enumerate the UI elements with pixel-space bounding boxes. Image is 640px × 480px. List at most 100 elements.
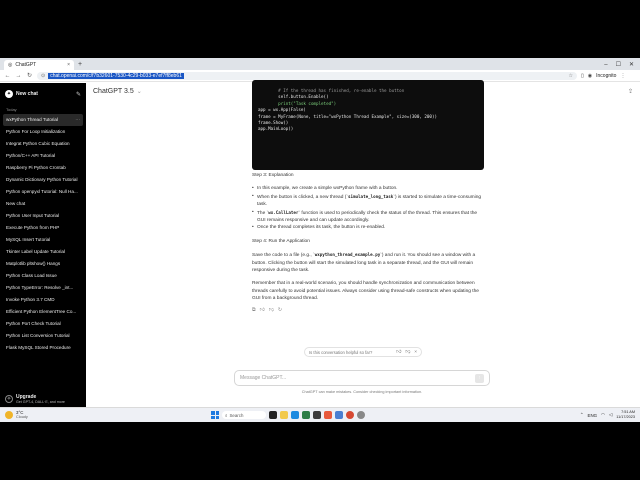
sidebar-item[interactable]: Python User Input Tutorial — [0, 210, 86, 222]
window-controls: – ☐ ✕ — [604, 60, 640, 70]
language-indicator[interactable]: ENG — [588, 413, 598, 418]
step3-heading: Step 3: Explanation — [252, 173, 294, 178]
sidebar-item-label: wxPython Thread Tutorial — [6, 117, 59, 122]
share-icon[interactable]: ⇪ — [628, 88, 633, 95]
browser-menu-icon[interactable]: ⋮ — [620, 73, 625, 79]
toolbar-right: ▯ ◉ Incognito ⋮ — [581, 73, 625, 79]
terminal-icon[interactable] — [313, 411, 321, 419]
wifi-icon[interactable]: ◠ — [601, 412, 605, 418]
inline-code: simulate_long_task — [347, 193, 394, 199]
bullet1-text: In this example, we create a simple wxPy… — [257, 186, 398, 192]
new-chat-button[interactable]: ✦ New chat ✎ — [0, 83, 86, 103]
url-text[interactable]: chat.openai.com/c/f7b32601-7530-4c29-b03… — [48, 72, 184, 79]
sidebar-item[interactable]: Flask MySQL Stored Procedure — [0, 342, 86, 354]
close-icon[interactable]: × — [414, 350, 417, 355]
sidebar-item[interactable]: Python List Conversion Tutorial — [0, 330, 86, 342]
taskbar-apps: ⌕ Search — [211, 411, 365, 419]
tab-strip: ◎ ChatGPT × + – ☐ ✕ — [0, 58, 640, 70]
side-panel-icon[interactable]: ▯ — [581, 73, 584, 79]
app-icon[interactable] — [357, 411, 365, 419]
code-line: app.MainLoop() — [258, 126, 294, 132]
chrome-icon[interactable] — [346, 411, 354, 419]
sidebar-item[interactable]: Matplotlib pltshow() Hangs — [0, 258, 86, 270]
inline-code: wxpython_thread_example.py — [314, 252, 381, 258]
openai-logo-icon: ✦ — [5, 90, 13, 98]
code-block: # If the thread has finished, re-enable … — [252, 80, 484, 170]
bullet2-text-a: When the button is clicked, a new thread… — [257, 194, 347, 200]
new-tab-button[interactable]: + — [78, 60, 82, 70]
model-name: ChatGPT 3.5 — [93, 87, 134, 95]
thumbs-down-icon[interactable]: 👎︎ — [405, 350, 410, 355]
screen: ◎ ChatGPT × + – ☐ ✕ ← → ↻ ⊙ chat.openai.… — [0, 58, 640, 422]
maximize-button[interactable]: ☐ — [616, 60, 621, 70]
cloud-sun-icon — [5, 411, 13, 419]
search-icon: ⌕ — [225, 412, 228, 418]
upgrade-button[interactable]: ✧ Upgrade Get GPT-4, DALL·E, and more — [5, 394, 81, 404]
profile-label[interactable]: Incognito — [596, 73, 616, 79]
task-view-icon[interactable] — [269, 411, 277, 419]
address-bar[interactable]: ⊙ chat.openai.com/c/f7b32601-7530-4c29-b… — [37, 71, 577, 80]
sidebar-item[interactable]: Invoke Python 3.7 CMD — [0, 294, 86, 306]
regenerate-icon[interactable]: ↻ — [278, 307, 282, 314]
sidebar-item[interactable]: wxPython Thread Tutorial ··· — [3, 114, 83, 126]
list-item: Once the thread completes its task, the … — [252, 224, 486, 232]
volume-icon[interactable]: ◁ — [609, 412, 612, 418]
close-window-button[interactable]: ✕ — [629, 60, 634, 70]
edge-icon[interactable] — [291, 411, 299, 419]
store-icon[interactable] — [302, 411, 310, 419]
site-info-icon[interactable]: ⊙ — [41, 73, 45, 79]
more-options-icon[interactable]: ··· — [75, 114, 80, 126]
feedback-buttons: 👍︎ 👎︎ × — [396, 350, 417, 355]
openai-favicon-icon: ◎ — [8, 62, 13, 68]
weather-widget[interactable]: 3°C Cloudy — [5, 410, 28, 419]
tab-close-icon[interactable]: × — [67, 62, 70, 68]
reload-icon[interactable]: ↻ — [26, 72, 33, 79]
sidebar-item[interactable]: Python For Loop Initialization — [0, 126, 86, 138]
list-item: The `wx.CallLater` function is used to p… — [252, 209, 486, 225]
clock[interactable]: 7:51 AM 11/17/2023 — [616, 410, 635, 420]
closing-paragraph: Remember that in a real-world scenario, … — [252, 281, 479, 302]
system-tray: ⌃ ENG ◠ ◁ 7:51 AM 11/17/2023 — [580, 410, 635, 420]
sidebar-item[interactable]: Raspberry Pi Python Crontab — [0, 162, 86, 174]
copy-icon[interactable]: ⧉ — [252, 307, 256, 314]
taskbar-search[interactable]: ⌕ Search — [222, 411, 266, 419]
edit-icon[interactable]: ✎ — [76, 91, 81, 98]
app-icon[interactable] — [324, 411, 332, 419]
browser-tab[interactable]: ◎ ChatGPT × — [4, 60, 74, 70]
incognito-icon: ◉ — [587, 72, 593, 79]
chevron-up-icon[interactable]: ⌃ — [580, 412, 584, 418]
sidebar-item[interactable]: Python openpyxl Tutorial: Null Ha... — [0, 186, 86, 198]
explanation-list: In this example, we create a simple wxPy… — [252, 185, 486, 232]
bookmark-star-icon[interactable]: ☆ — [569, 73, 573, 79]
sidebar-item[interactable]: New chat — [0, 198, 86, 210]
sidebar-item[interactable]: Python Port Check Tutorial — [0, 318, 86, 330]
sidebar-item[interactable]: Tkinter Label Update Tutorial — [0, 246, 86, 258]
sidebar-item[interactable]: Execute Python from PHP — [0, 222, 86, 234]
thumbs-down-icon[interactable]: 👎︎ — [269, 307, 274, 314]
step4-text-a: Save the code to a file (e.g., — [252, 253, 314, 259]
app-icon[interactable] — [335, 411, 343, 419]
tab-title: ChatGPT — [15, 62, 37, 68]
bullet3-text-a: The — [257, 210, 267, 216]
message-input[interactable]: Message ChatGPT... ↑ — [234, 370, 490, 386]
sidebar-item[interactable]: Python Class Load Issue — [0, 270, 86, 282]
sidebar-item[interactable]: Python/C++ API Tutorial — [0, 150, 86, 162]
file-explorer-icon[interactable] — [280, 411, 288, 419]
date-text: 11/17/2023 — [616, 415, 635, 419]
forward-icon[interactable]: → — [15, 73, 22, 79]
windows-start-icon[interactable] — [211, 411, 219, 419]
sidebar-item[interactable]: Integrat Python Cubic Equation — [0, 138, 86, 150]
sidebar: ✦ New chat ✎ Today wxPython Thread Tutor… — [0, 83, 86, 422]
step4-paragraph: Save the code to a file (e.g., `wxpython… — [252, 252, 476, 274]
sidebar-item[interactable]: Dynamic Dictionary Python Tutorial — [0, 174, 86, 186]
sidebar-item[interactable]: Python TypeError: Resolve _int... — [0, 282, 86, 294]
chat-history-list: wxPython Thread Tutorial ··· Python For Lo… — [0, 114, 86, 354]
back-icon[interactable]: ← — [4, 73, 11, 79]
thumbs-up-icon[interactable]: 👍︎ — [396, 350, 401, 355]
sidebar-item[interactable]: Efficient Python ElementTree Co... — [0, 306, 86, 318]
send-button[interactable]: ↑ — [475, 373, 484, 383]
sidebar-item[interactable]: MySQL Insert Tutorial — [0, 234, 86, 246]
main-panel: ChatGPT 3.5 ⌄ ⇪ # If the thread has fini… — [86, 80, 640, 422]
minimize-button[interactable]: – — [604, 60, 607, 70]
thumbs-up-icon[interactable]: 👍︎ — [260, 307, 265, 314]
